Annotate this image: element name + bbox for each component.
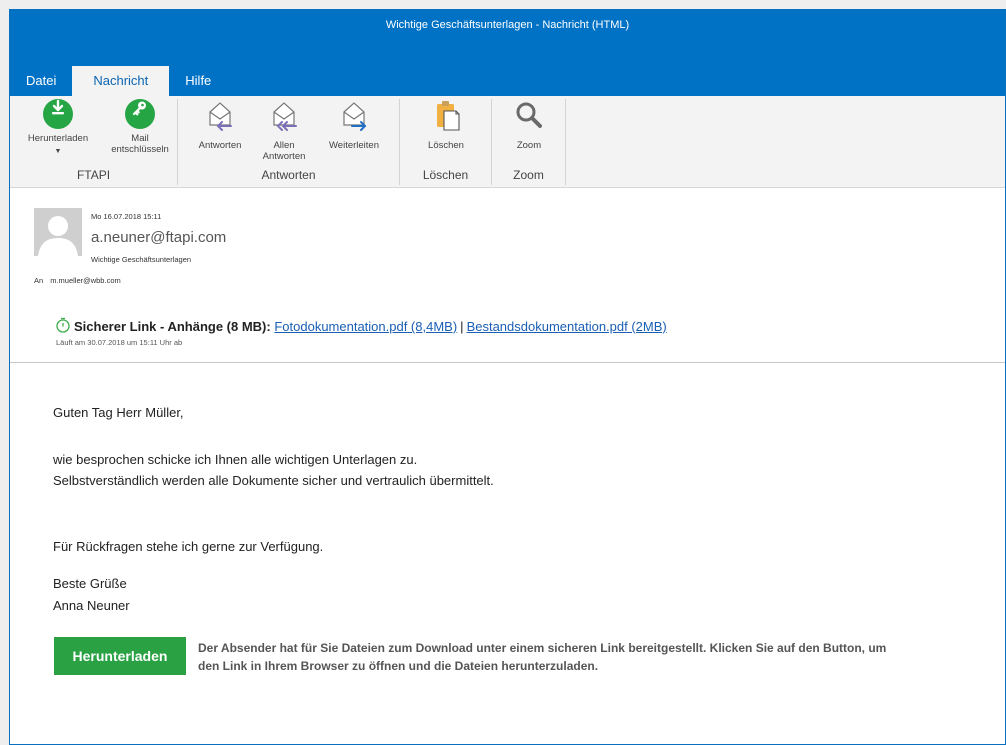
group-label-loeschen: Löschen (422, 168, 469, 182)
body-line-3: Für Rückfragen stehe ich gerne zur Verfü… (53, 539, 324, 554)
clock-icon (56, 317, 70, 333)
loeschen-label: Löschen (428, 140, 464, 151)
zoom-button[interactable]: Zoom (502, 99, 556, 151)
mail-entschluesseln-label: Mail entschlüsseln (111, 133, 169, 155)
download-icon (43, 99, 73, 129)
title-bar: Wichtige Geschäftsunterlagen - Nachricht… (10, 10, 1005, 96)
ribbon-tabs: Datei Nachricht Hilfe (10, 66, 227, 96)
loeschen-button[interactable]: Löschen (418, 99, 474, 151)
download-button[interactable]: Herunterladen (54, 637, 186, 675)
ribbon: Herunterladen ▼ Mail entschlüsseln FTAPI… (10, 96, 1005, 188)
antworten-button[interactable]: Antworten (192, 99, 248, 151)
signature-text: Anna Neuner (53, 598, 130, 613)
message-body: Guten Tag Herr Müller, wie besprochen sc… (10, 364, 1005, 744)
download-info-text: Der Absender hat für Sie Dateien zum Dow… (198, 641, 887, 673)
zoom-label: Zoom (516, 140, 542, 151)
closing-text: Beste Grüße (53, 576, 127, 591)
group-label-ftapi: FTAPI (76, 168, 111, 182)
recipient-line: An m.mueller@wbb.com (34, 276, 121, 285)
mail-entschluesseln-button[interactable]: Mail entschlüsseln (108, 99, 172, 155)
greeting-text: Guten Tag Herr Müller, (53, 405, 184, 420)
tab-nachricht[interactable]: Nachricht (72, 66, 170, 96)
person-icon (38, 216, 78, 256)
weiterleiten-button[interactable]: Weiterleiten (322, 99, 386, 151)
attachment-link-fotodokumentation[interactable]: Fotodokumentation.pdf (8,4MB) (274, 319, 457, 334)
recipient-address[interactable]: m.mueller@wbb.com (50, 276, 121, 285)
group-label-zoom: Zoom (513, 168, 544, 182)
ribbon-group-antworten: Antworten Allen Antworten Weiterleiten A… (178, 99, 400, 185)
allen-antworten-button[interactable]: Allen Antworten (256, 99, 312, 162)
secure-link-label: Sicherer Link - Anhänge (8 MB): (74, 319, 271, 334)
message-date: Mo 16.07.2018 15:11 (91, 212, 162, 221)
weiterleiten-label: Weiterleiten (329, 140, 379, 151)
reply-icon (192, 99, 248, 136)
antworten-label: Antworten (198, 140, 242, 151)
avatar (34, 208, 82, 256)
body-line-2: Selbstverständlich werden alle Dokumente… (53, 473, 494, 488)
dropdown-caret-icon[interactable]: ▼ (10, 146, 106, 157)
herunterladen-ribbon-button[interactable]: Herunterladen ▼ (10, 99, 106, 157)
message-header: Mo 16.07.2018 15:11 a.neuner@ftapi.com W… (10, 189, 1005, 363)
secure-link-line: Sicherer Link - Anhänge (8 MB): Fotodoku… (56, 317, 667, 334)
key-icon (125, 99, 155, 129)
attachment-link-bestandsdokumentation[interactable]: Bestandsdokumentation.pdf (2MB) (467, 319, 667, 334)
tab-datei[interactable]: Datei (10, 66, 72, 96)
reply-all-icon (256, 99, 312, 136)
window-title: Wichtige Geschäftsunterlagen - Nachricht… (385, 19, 630, 31)
sender-address[interactable]: a.neuner@ftapi.com (91, 229, 226, 246)
clipboard-delete-icon (418, 99, 474, 136)
to-label: An (34, 276, 44, 285)
herunterladen-label: Herunterladen (27, 133, 89, 144)
link-expiry: Läuft am 30.07.2018 um 15:11 Uhr ab (56, 338, 183, 347)
ribbon-group-ftapi: Herunterladen ▼ Mail entschlüsseln FTAPI (10, 99, 178, 185)
message-subject: Wichtige Geschäftsunterlagen (91, 255, 192, 264)
magnifier-icon (502, 99, 556, 136)
tab-hilfe[interactable]: Hilfe (169, 66, 227, 96)
ribbon-group-zoom: Zoom Zoom (492, 99, 566, 185)
group-label-antworten: Antworten (261, 168, 316, 182)
ribbon-group-loeschen: Löschen Löschen (400, 99, 492, 185)
forward-icon (322, 99, 386, 136)
allen-antworten-label: Allen Antworten (262, 140, 306, 162)
body-line-1: wie besprochen schicke ich Ihnen alle wi… (53, 452, 418, 467)
message-window: Wichtige Geschäftsunterlagen - Nachricht… (9, 9, 1006, 745)
attachment-separator: | (460, 319, 464, 334)
